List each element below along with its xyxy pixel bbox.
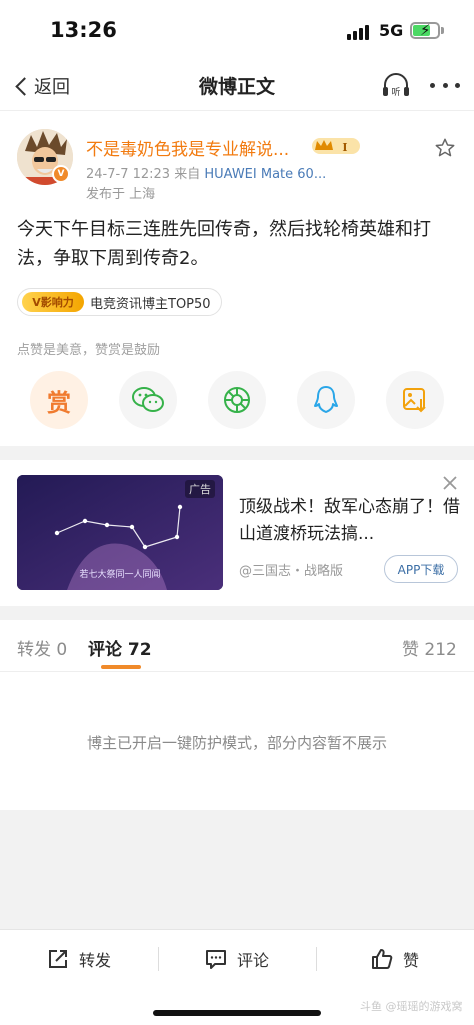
tab-likes[interactable]: 赞 212	[402, 635, 457, 660]
comments-section: 博主已开启一键防护模式，部分内容暂不展示	[0, 672, 474, 810]
reward-icon: 赏	[47, 388, 71, 417]
tab-comments[interactable]: 评论 72	[88, 635, 152, 660]
influence-tag[interactable]: V影响力 电竞资讯博主TOP50	[17, 288, 222, 316]
post-card: V 不是毒奶色我是专业解说... I 24-7-7 12:23 来自 HUAWE…	[0, 110, 474, 446]
ad-title[interactable]: 顶级战术！敌军心态崩了！借山道渡桥玩法搞...	[239, 494, 461, 548]
ad-source[interactable]: @三国志・战略版	[239, 560, 343, 579]
comment-icon	[206, 950, 226, 969]
active-tab-indicator	[101, 665, 141, 669]
moments-icon	[224, 387, 250, 413]
username[interactable]: 不是毒奶色我是专业解说...	[86, 135, 289, 160]
share-qq-button[interactable]	[297, 371, 355, 429]
status-bar: 13:26 5G ⚡	[0, 0, 474, 62]
post-tabs: 转发 0 评论 72 赞 212	[0, 620, 474, 672]
ad-tag: 广告	[185, 480, 215, 498]
divider	[316, 947, 317, 971]
like-label: 赞	[403, 951, 420, 970]
favorite-star-icon[interactable]	[434, 137, 456, 159]
more-icon[interactable]	[430, 83, 460, 89]
post-meta: 24-7-7 12:23 来自 HUAWEI Mate 60...	[86, 163, 326, 182]
like-hint: 点赞是美意，赞赏是鼓励	[17, 343, 161, 358]
charging-icon: ⚡	[420, 21, 431, 39]
share-wechat-button[interactable]	[119, 371, 177, 429]
tab-count: 212	[424, 640, 457, 660]
post-text: 今天下午目标三连胜先回传奇，然后找轮椅英雄和打法，争取下周到传奇2。	[17, 219, 431, 269]
status-time: 13:26	[50, 18, 117, 42]
repost-label: 转发	[79, 951, 112, 970]
battery-tip	[441, 27, 444, 34]
ad-image-caption: 若七大祭同一人同闻	[79, 570, 161, 580]
listen-icon[interactable]: 听	[381, 72, 411, 100]
vip-crown-icon[interactable]: I	[312, 137, 360, 155]
verified-badge: V	[52, 165, 70, 183]
close-icon[interactable]	[441, 474, 459, 492]
tab-count: 0	[56, 640, 68, 660]
home-indicator[interactable]	[153, 1010, 321, 1016]
network-type: 5G	[379, 21, 404, 40]
wechat-icon	[132, 387, 164, 412]
influence-tag-label: 电竞资讯博主TOP50	[90, 296, 211, 312]
save-image-button[interactable]	[386, 371, 444, 429]
vip-level: I	[342, 141, 347, 154]
reward-button[interactable]: 赏	[30, 371, 88, 429]
tab-count: 72	[127, 640, 152, 660]
repost-icon	[49, 950, 67, 968]
comment-button[interactable]: 评论	[205, 944, 269, 974]
comment-label: 评论	[237, 951, 270, 970]
protection-mode-note: 博主已开启一键防护模式，部分内容暂不展示	[86, 734, 387, 752]
qq-icon	[314, 386, 338, 413]
post-source[interactable]: HUAWEI Mate 60...	[204, 167, 326, 182]
divider	[158, 947, 159, 971]
back-label: 返回	[34, 77, 70, 98]
back-button[interactable]: 返回	[12, 72, 70, 100]
repost-button[interactable]: 转发	[47, 944, 111, 974]
ad-card[interactable]: 广告 若七大祭同一人同闻 顶级战术！敌军心态崩了！借山道渡桥玩法搞... @三国…	[0, 460, 474, 606]
source-prefix: 来自	[174, 167, 201, 182]
influence-logo: V影响力	[22, 292, 84, 312]
ad-image[interactable]: 广告 若七大祭同一人同闻	[17, 475, 223, 590]
post-date: 24-7-7 12:23	[86, 167, 171, 182]
app-download-button[interactable]: APP下载	[384, 555, 458, 583]
share-row: 赏	[0, 371, 474, 431]
like-button[interactable]: 赞	[371, 944, 419, 974]
listen-icon-label: 听	[391, 87, 400, 98]
save-image-icon	[403, 388, 426, 413]
tab-label: 转发	[17, 640, 51, 660]
watermark: 斗鱼 @瑶瑶的游戏窝	[360, 1000, 463, 1013]
share-moments-button[interactable]	[208, 371, 266, 429]
tab-label: 评论	[88, 640, 122, 660]
nav-bar: 返回 微博正文 听	[0, 62, 474, 110]
tab-label: 赞	[402, 640, 419, 660]
bottom-action-bar: 转发 评论 赞 斗鱼 @瑶瑶的游戏窝	[0, 929, 474, 1025]
thumbs-up-icon	[372, 949, 393, 969]
chevron-left-icon	[15, 76, 34, 96]
tab-reposts[interactable]: 转发 0	[17, 635, 67, 660]
post-location: 发布于 上海	[86, 187, 156, 202]
signal-icon	[347, 24, 373, 40]
